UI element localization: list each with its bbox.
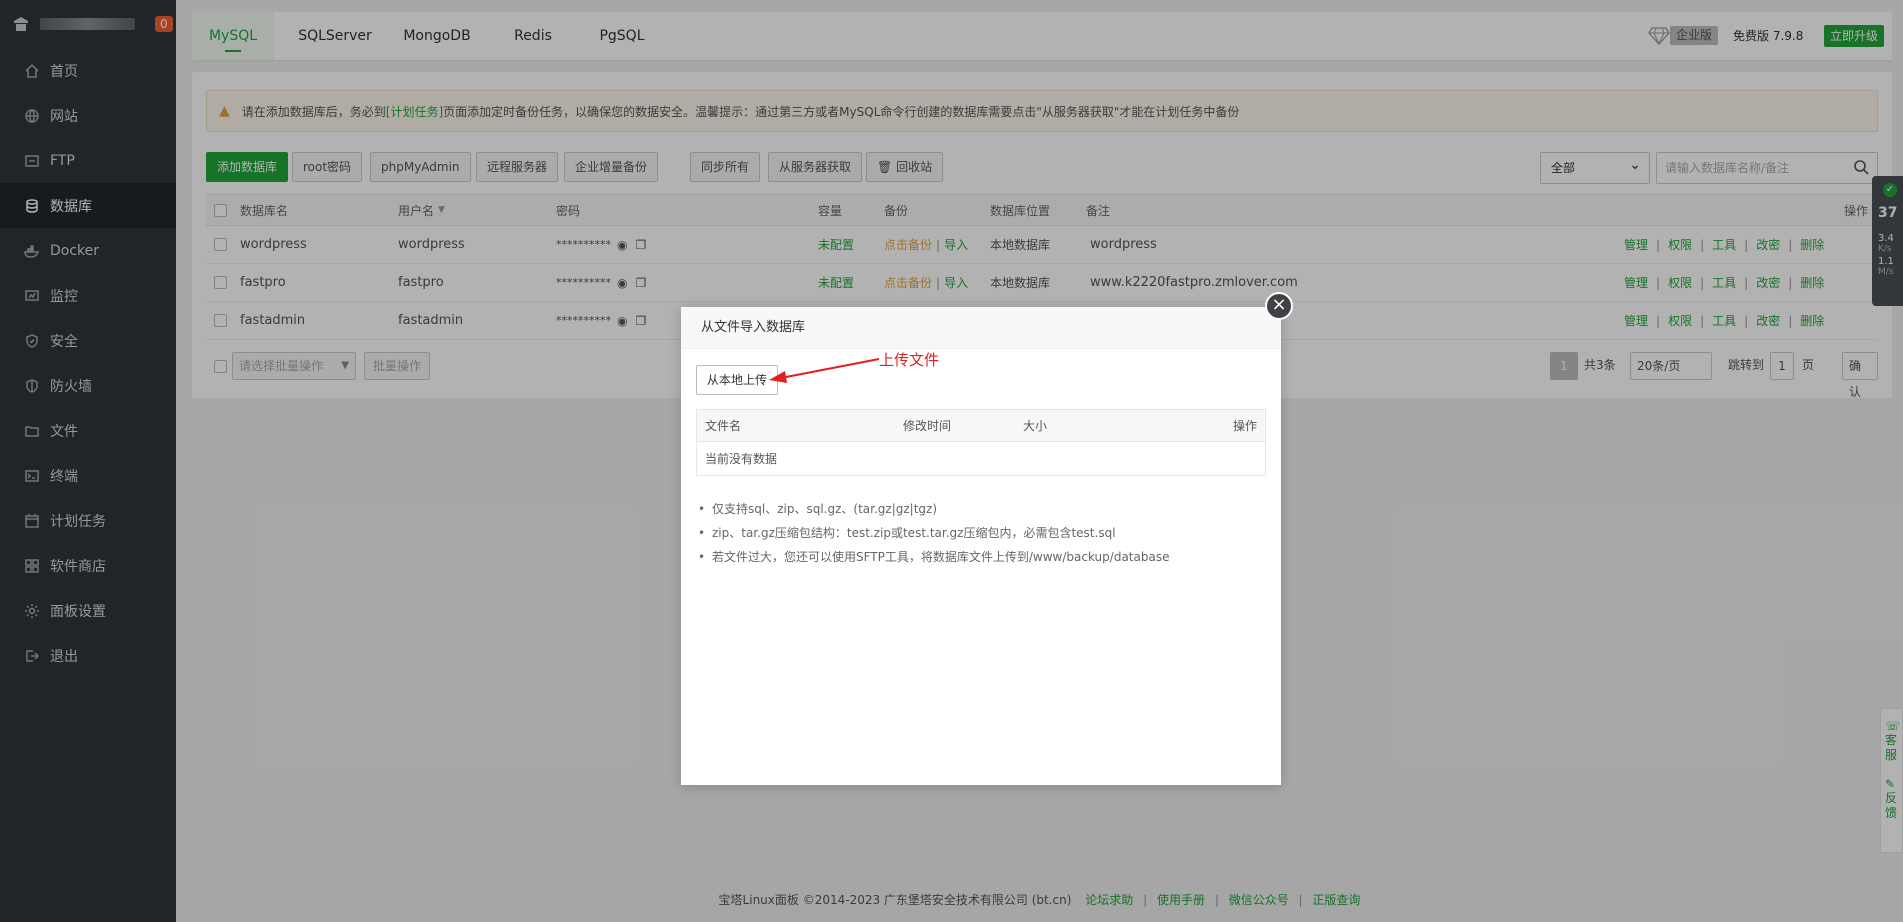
tip-item: zip、tar.gz压缩包结构：test.zip或test.tar.gz压缩包内… bbox=[696, 521, 1266, 545]
annotation-upload-text: 上传文件 bbox=[879, 351, 940, 369]
empty-row: 当前没有数据 bbox=[697, 442, 1265, 475]
upload-local-button[interactable]: 从本地上传 bbox=[696, 365, 779, 395]
annotation-arrow-icon bbox=[769, 358, 880, 383]
file-table-header: 文件名 修改时间 大小 操作 bbox=[697, 410, 1265, 442]
file-header-size: 大小 bbox=[1023, 419, 1048, 433]
empty-message: 当前没有数据 bbox=[705, 452, 778, 466]
modal-title: 从文件导入数据库 bbox=[681, 307, 1281, 349]
close-icon[interactable]: × bbox=[1265, 292, 1293, 320]
tip-item: 仅支持sql、zip、sql.gz、(tar.gz|gz|tgz) bbox=[696, 497, 1266, 521]
file-header-mtime: 修改时间 bbox=[903, 419, 952, 433]
file-table: 文件名 修改时间 大小 操作 当前没有数据 bbox=[696, 409, 1266, 476]
file-header-name: 文件名 bbox=[705, 419, 742, 433]
tip-item: 若文件过大，您还可以使用SFTP工具，将数据库文件上传到/www/backup/… bbox=[696, 545, 1266, 569]
import-database-modal: 从文件导入数据库 × 从本地上传 上传文件 文件名 修改时间 大小 操作 当前没… bbox=[681, 292, 1293, 785]
file-header-ops: 操作 bbox=[1233, 419, 1258, 433]
import-tips: 仅支持sql、zip、sql.gz、(tar.gz|gz|tgz) zip、ta… bbox=[696, 497, 1266, 569]
